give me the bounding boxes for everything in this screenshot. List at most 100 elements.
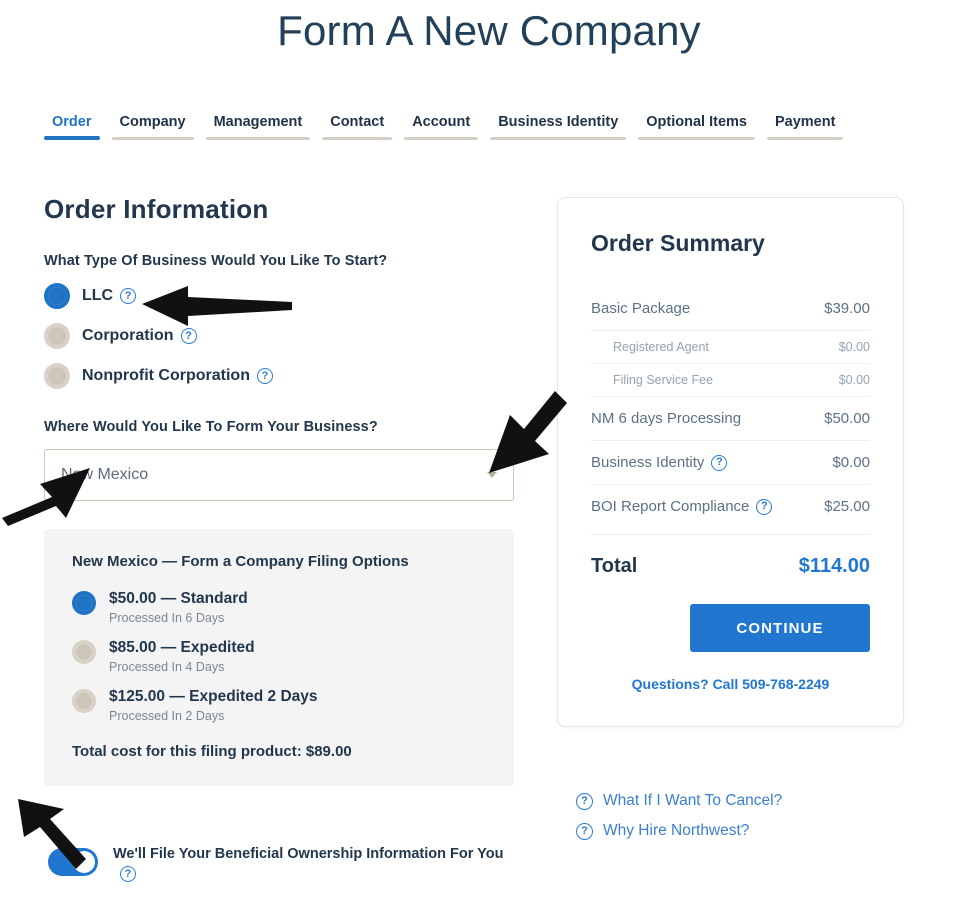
tab-label: Account [412,114,471,130]
link-why-hire-northwest[interactable]: ? Why Hire Northwest? [576,822,782,840]
summary-row-value: $50.00 [824,410,870,427]
tab-payment[interactable]: Payment [766,114,844,140]
help-icon[interactable]: ? [120,288,137,304]
help-icon[interactable]: ? [711,454,728,471]
chevron-down-icon [487,472,497,478]
filing-option-label: $85.00 — Expedited [109,639,255,656]
radio-label: LLC [82,287,114,304]
tab-company[interactable]: Company [111,114,194,140]
help-icon[interactable]: ? [756,498,773,515]
filing-option-expedited[interactable]: $85.00 — Expedited Processed In 4 Days [72,639,486,674]
toggle-knob [73,851,95,873]
summary-row-business-identity: Business Identity? $0.00 [591,440,870,484]
radio-option-corporation[interactable]: Corporation ? [44,323,516,349]
state-select-label: Where Would You Like To Form Your Busine… [44,419,378,435]
summary-row-label: Registered Agent [613,340,709,354]
radio-label: Nonprofit Corporation [82,367,250,384]
tab-business-identity[interactable]: Business Identity [490,114,627,140]
boi-filing-toggle[interactable] [48,848,98,876]
summary-row-label: NM 6 days Processing [591,410,742,427]
filing-option-label: $125.00 — Expedited 2 Days [109,688,318,705]
tab-account[interactable]: Account [404,114,479,140]
continue-button[interactable]: CONTINUE [690,604,870,652]
summary-row-value: $0.00 [838,340,870,354]
summary-row-value: $39.00 [824,300,870,317]
help-icon: ? [576,822,593,840]
tab-label: Order [52,114,92,130]
tab-underline [490,137,627,140]
filing-total-cost: Total cost for this filing product: $89.… [72,743,352,760]
filing-option-sub: Processed In 4 Days [109,660,225,674]
radio-button[interactable] [72,591,96,615]
radio-button[interactable] [44,363,70,389]
summary-row-label: Business Identity? [591,454,728,471]
radio-button[interactable] [44,323,70,349]
help-icon[interactable]: ? [180,328,197,344]
tab-underline [205,137,311,140]
summary-total-row: Total $114.00 [591,534,870,578]
help-links: ? What If I Want To Cancel? ? Why Hire N… [576,792,782,852]
tab-underline [111,137,194,140]
radio-button[interactable] [72,640,96,664]
radio-button[interactable] [44,283,70,309]
summary-row-nm-processing: NM 6 days Processing $50.00 [591,396,870,440]
radio-label: Corporation [82,327,174,344]
summary-label-text: Business Identity [591,454,705,471]
tab-label: Optional Items [646,114,747,130]
radio-option-nonprofit-corporation[interactable]: Nonprofit Corporation ? [44,363,516,389]
summary-row-value: $0.00 [832,454,870,471]
tab-label: Business Identity [498,114,619,130]
summary-row-label: BOI Report Compliance? [591,498,773,515]
boi-toggle-row: We'll File Your Beneficial Ownership Inf… [48,844,518,884]
order-summary-title: Order Summary [591,230,765,256]
questions-phone-link[interactable]: Questions? Call 509-768-2249 [591,676,870,692]
tab-optional-items[interactable]: Optional Items [638,114,755,140]
tab-underline [638,137,755,140]
tab-management[interactable]: Management [205,114,311,140]
summary-label-text: BOI Report Compliance [591,498,750,515]
tab-underline [322,137,393,140]
summary-row-boi-report-compliance: BOI Report Compliance? $25.00 [591,484,870,528]
summary-total-label: Total [591,555,638,577]
filing-option-standard[interactable]: $50.00 — Standard Processed In 6 Days [72,590,486,625]
form-step-tabs: Order Company Management Contact Account… [44,114,844,140]
boi-toggle-label: We'll File Your Beneficial Ownership Inf… [113,844,518,884]
filing-option-expedited-2-days[interactable]: $125.00 — Expedited 2 Days Processed In … [72,688,486,723]
tab-order[interactable]: Order [44,114,100,140]
summary-row-value: $25.00 [824,498,870,515]
link-label: Why Hire Northwest? [603,822,750,839]
summary-row-label: Filing Service Fee [613,373,714,387]
boi-toggle-text: We'll File Your Beneficial Ownership Inf… [113,846,504,862]
tab-label: Management [213,114,303,130]
help-icon: ? [576,792,593,810]
radio-button[interactable] [72,689,96,713]
filing-options-title: New Mexico — Form a Company Filing Optio… [72,553,409,570]
summary-row-filing-service-fee: Filing Service Fee $0.00 [591,363,870,396]
section-heading: Order Information [44,194,269,224]
summary-row-label: Basic Package [591,300,691,317]
filing-options-box: New Mexico — Form a Company Filing Optio… [44,529,514,786]
summary-row-basic-package: Basic Package $39.00 [591,287,870,330]
business-type-label: What Type Of Business Would You Like To … [44,253,388,269]
summary-row-value: $0.00 [838,373,870,387]
tab-underline [404,137,479,140]
link-label: What If I Want To Cancel? [603,792,783,809]
link-what-if-i-want-to-cancel[interactable]: ? What If I Want To Cancel? [576,792,782,810]
help-icon[interactable]: ? [256,368,273,384]
state-select[interactable]: New Mexico [44,449,514,501]
tab-underline [44,136,100,140]
summary-total-value: $114.00 [798,555,870,577]
order-summary-card: Order Summary Basic Package $39.00 Regis… [557,197,904,727]
tab-label: Contact [330,114,385,130]
tab-contact[interactable]: Contact [322,114,393,140]
filing-option-label: $50.00 — Standard [109,590,248,607]
tab-underline [766,137,844,140]
help-icon[interactable]: ? [120,866,136,883]
order-information-section: Order Information What Type Of Business … [44,194,516,786]
filing-option-sub: Processed In 6 Days [109,611,225,625]
tab-label: Payment [774,114,836,130]
radio-option-llc[interactable]: LLC ? [44,283,516,309]
page-title: Form A New Company [277,7,701,54]
summary-row-registered-agent: Registered Agent $0.00 [591,330,870,363]
state-select-value: New Mexico [61,466,149,483]
